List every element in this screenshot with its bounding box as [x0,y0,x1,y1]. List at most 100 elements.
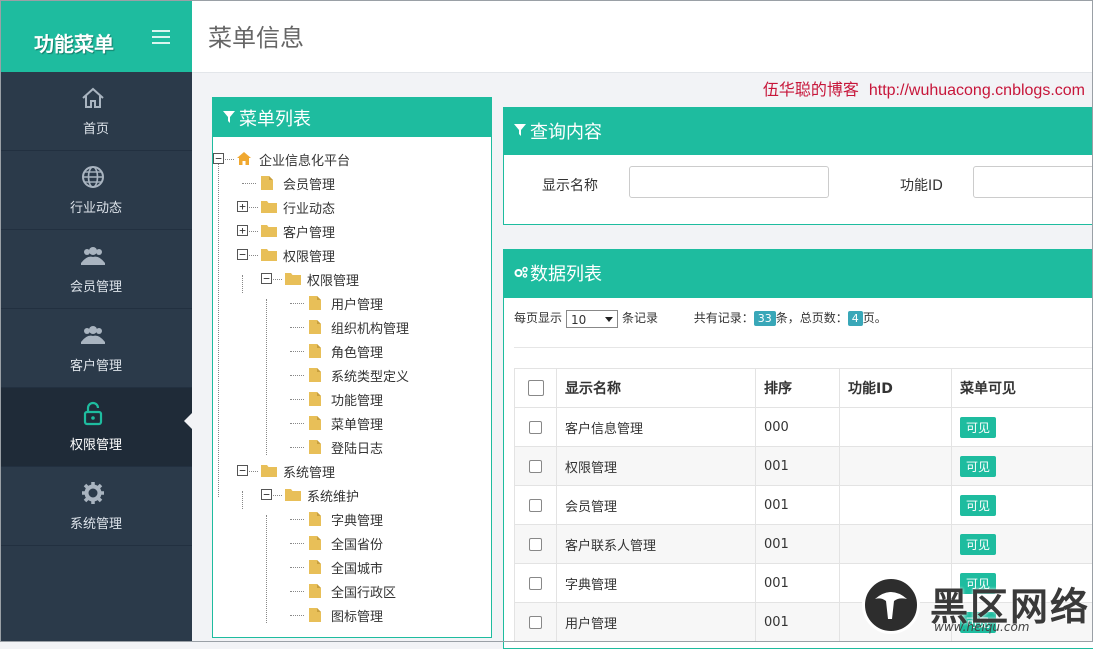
sidebar-item-customers[interactable]: 客户管理 [0,309,192,388]
row-checkbox[interactable] [529,460,542,473]
watermark-logo [862,576,920,634]
sidebar-item-industry[interactable]: 行业动态 [0,151,192,230]
collapse-icon[interactable]: − [261,489,272,500]
row-checkbox[interactable] [529,538,542,551]
tree-node[interactable]: 全国城市 [213,555,493,579]
tree-node[interactable]: −权限管理 [213,267,493,291]
tree-node[interactable]: 全国行政区 [213,579,493,603]
tree-node-label: 组织机构管理 [331,318,409,337]
tree-node[interactable]: 会员管理 [213,171,493,195]
column-header-visible[interactable]: 菜单可见 [952,369,1093,408]
row-checkbox[interactable] [529,616,542,629]
table-row[interactable]: 客户信息管理000可见 [515,408,1093,447]
expand-icon[interactable]: + [237,201,248,212]
column-header-name[interactable]: 显示名称 [557,369,756,408]
chevron-down-icon [605,317,613,322]
tree-node[interactable]: 功能管理 [213,387,493,411]
sidebar-item-label: 系统管理 [0,513,192,532]
cell-name: 字典管理 [557,564,756,603]
users-icon [80,322,106,348]
tree-node[interactable]: − 企业信息化平台 [213,147,493,171]
tree-node[interactable]: − 系统维护 [213,483,493,507]
sidebar-item-permissions[interactable]: 权限管理 [0,388,192,467]
top-bar: 菜单信息 [192,0,1093,73]
tree-node-label: 客户管理 [283,222,335,241]
tree-node-label: 图标管理 [331,606,383,625]
tree-node[interactable]: + 行业动态 [213,195,493,219]
total-pages-badge: 4 [848,311,863,326]
tree-node-label: 系统类型定义 [331,366,409,385]
blog-credit-link[interactable]: http://wuhuacong.cnblogs.com [869,82,1085,99]
document-icon [309,608,321,622]
column-header-order[interactable]: 排序 [756,369,840,408]
tree-node[interactable]: 登陆日志 [213,435,493,459]
data-list-header: 数据列表 [504,250,1093,298]
tree-node[interactable]: 图标管理 [213,603,493,627]
tree-node-label: 系统维护 [307,486,359,505]
collapse-icon[interactable]: − [237,249,248,260]
document-icon [309,296,321,310]
table-row[interactable]: 客户联系人管理001可见 [515,525,1093,564]
tree-node[interactable]: 菜单管理 [213,411,493,435]
cell-name: 用户管理 [557,603,756,642]
sidebar-item-label: 会员管理 [0,276,192,295]
page-title: 菜单信息 [208,18,304,53]
collapse-icon[interactable]: − [213,153,224,164]
tree-node-label: 企业信息化平台 [259,150,350,169]
tree-node[interactable]: 角色管理 [213,339,493,363]
collapse-icon[interactable]: − [237,465,248,476]
cell-function-id [840,447,952,486]
tree-node[interactable]: −权限管理 [213,243,493,267]
sidebar-item-home[interactable]: 首页 [0,72,192,151]
select-all-checkbox[interactable] [528,380,544,396]
sidebar-item-members[interactable]: 会员管理 [0,230,192,309]
row-checkbox[interactable] [529,499,542,512]
document-icon [261,176,273,190]
row-checkbox[interactable] [529,421,542,434]
total-prefix: 共有记录： [694,311,754,325]
folder-icon [261,224,277,237]
function-id-input[interactable] [973,166,1093,198]
cell-name: 会员管理 [557,486,756,525]
collapse-icon[interactable]: − [261,273,272,284]
cell-order: 001 [756,564,840,603]
expand-icon[interactable]: + [237,225,248,236]
menu-toggle-icon[interactable] [152,30,170,44]
sidebar-item-system[interactable]: 系统管理 [0,467,192,546]
table-row[interactable]: 权限管理001可见 [515,447,1093,486]
visible-badge: 可见 [960,456,996,477]
cell-order: 001 [756,603,840,642]
menu-tree-panel: 菜单列表 −企业信息化平台会员管理+行业动态+客户管理−权限管理−权限管理用户管… [212,97,492,638]
blog-credit-text: 伍华聪的博客 [763,80,859,99]
tree-node-label: 功能管理 [331,390,383,409]
function-id-label: 功能ID [900,175,943,195]
tree-node[interactable]: 用户管理 [213,291,493,315]
document-icon [309,320,321,334]
watermark: 黑区网络 www.heiqu.com [858,574,1093,642]
page-size-select[interactable]: 10 [566,310,618,328]
display-name-input[interactable] [629,166,829,198]
cell-function-id [840,525,952,564]
sidebar-item-label: 权限管理 [0,434,192,453]
document-icon [309,344,321,358]
tree-node[interactable]: + 客户管理 [213,219,493,243]
column-header-function-id[interactable]: 功能ID [840,369,952,408]
tree-node[interactable]: 组织机构管理 [213,315,493,339]
tree-node[interactable]: 字典管理 [213,507,493,531]
document-icon [309,416,321,430]
row-checkbox[interactable] [529,577,542,590]
tree-node-label: 全国城市 [331,558,383,577]
tree-node[interactable]: 系统类型定义 [213,363,493,387]
visible-badge: 可见 [960,495,996,516]
page-size-suffix: 条记录 [622,311,658,325]
tree-node[interactable]: −系统管理 [213,459,493,483]
tree-node[interactable]: 全国省份 [213,531,493,555]
cell-order: 001 [756,486,840,525]
document-icon [309,392,321,406]
visible-badge: 可见 [960,417,996,438]
tree-node-label: 菜单管理 [331,414,383,433]
tree-node-label: 行业动态 [283,198,335,217]
cell-function-id [840,408,952,447]
table-row[interactable]: 会员管理001 可见 [515,486,1093,525]
sidebar-title: 功能菜单 [34,28,114,57]
